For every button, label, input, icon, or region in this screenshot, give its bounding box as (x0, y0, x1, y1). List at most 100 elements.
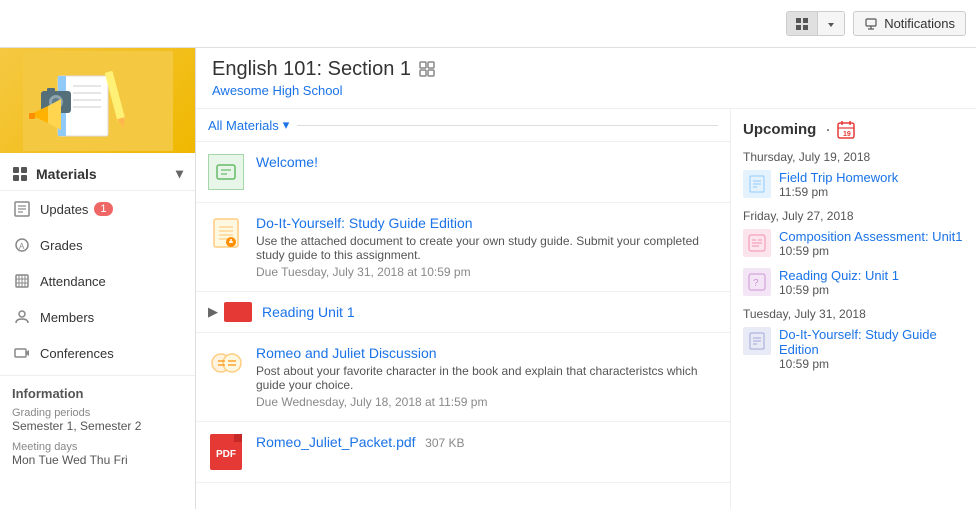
content-header: English 101: Section 1 Awesome High Scho… (196, 48, 976, 109)
meeting-days-item: Meeting days Mon Tue Wed Thu Fri (12, 441, 183, 467)
sidebar-nav: Materials ▾ Updates 1 (0, 153, 195, 375)
meeting-days-label: Meeting days (12, 441, 183, 453)
upcoming-item-field-trip[interactable]: Field Trip Homework 11:59 pm (743, 170, 964, 199)
announcement-icon (208, 154, 244, 190)
composition-time: 10:59 pm (779, 244, 964, 258)
study-guide-upcoming-title[interactable]: Do-It-Yourself: Study Guide Edition (779, 327, 964, 357)
study-guide-title[interactable]: Do-It-Yourself: Study Guide Edition (256, 215, 718, 231)
all-materials-label: All Materials (208, 118, 279, 133)
romeo-discussion-title[interactable]: Romeo and Juliet Discussion (256, 345, 718, 361)
sidebar-item-materials[interactable]: Materials ▾ (0, 157, 195, 191)
material-item-reading-unit[interactable]: ▶ Reading Unit 1 (196, 292, 730, 333)
study-guide-upcoming-time: 10:59 pm (779, 357, 964, 371)
material-item-study-guide[interactable]: Do-It-Yourself: Study Guide Edition Use … (196, 203, 730, 292)
upcoming-title: Upcoming (743, 121, 816, 138)
romeo-packet-title[interactable]: Romeo_Juliet_Packet.pdf (256, 434, 416, 450)
pdf-icon-box: PDF (208, 434, 244, 470)
course-title: English 101: Section 1 (212, 58, 411, 81)
discussion-svg (210, 347, 242, 379)
course-grid-icon[interactable] (419, 61, 435, 79)
study-guide-desc: Use the attached document to create your… (256, 234, 718, 262)
discussion-icon (208, 345, 244, 381)
romeo-discussion-content: Romeo and Juliet Discussion Post about y… (256, 345, 718, 409)
material-item-romeo-discussion[interactable]: Romeo and Juliet Discussion Post about y… (196, 333, 730, 422)
meeting-days-value: Mon Tue Wed Thu Fri (12, 453, 183, 467)
romeo-discussion-desc: Post about your favorite character in th… (256, 364, 718, 392)
study-guide-upcoming-content: Do-It-Yourself: Study Guide Edition 10:5… (779, 327, 964, 371)
romeo-packet-size: 307 KB (425, 436, 464, 450)
svg-text:A: A (19, 242, 25, 251)
members-icon (12, 307, 32, 327)
school-name-link[interactable]: Awesome High School (212, 83, 960, 98)
assignment-svg (210, 217, 242, 249)
sidebar-hero (0, 48, 195, 153)
material-item-romeo-packet[interactable]: PDF Romeo_Juliet_Packet.pdf 307 KB (196, 422, 730, 483)
content-area: English 101: Section 1 Awesome High Scho… (196, 48, 976, 509)
hero-illustration (23, 51, 173, 151)
sidebar-item-grades[interactable]: A Grades (0, 227, 195, 263)
all-materials-chevron: ▾ (283, 117, 290, 133)
svg-text:19: 19 (843, 131, 851, 138)
view-toggle[interactable] (786, 11, 845, 37)
composition-title[interactable]: Composition Assessment: Unit1 (779, 229, 964, 244)
material-item-welcome[interactable]: Welcome! (196, 142, 730, 203)
field-trip-title[interactable]: Field Trip Homework (779, 170, 964, 185)
sidebar-item-conferences[interactable]: Conferences (0, 335, 195, 371)
folder-chevron-icon: ▶ (208, 304, 218, 320)
all-materials-button[interactable]: All Materials ▾ (208, 117, 289, 133)
grades-label: Grades (40, 238, 83, 253)
course-title-row: English 101: Section 1 (212, 58, 960, 81)
attendance-icon (12, 271, 32, 291)
notifications-label: Notifications (884, 16, 955, 31)
updates-icon (12, 199, 32, 219)
assessment-icon (743, 229, 771, 257)
updates-label: Updates (40, 202, 88, 217)
field-trip-time: 11:59 pm (779, 185, 964, 199)
upcoming-date-2: Friday, July 27, 2018 (743, 209, 964, 223)
folder-icon (224, 302, 252, 322)
welcome-content: Welcome! (256, 154, 718, 170)
upcoming-panel: Upcoming · 19 T (731, 109, 976, 509)
reading-quiz-time: 10:59 pm (779, 283, 964, 297)
attendance-label: Attendance (40, 274, 106, 289)
conferences-icon (12, 343, 32, 363)
conferences-label: Conferences (40, 346, 114, 361)
reading-unit-title[interactable]: Reading Unit 1 (262, 304, 355, 320)
information-section: Information Grading periods Semester 1, … (0, 375, 195, 485)
upcoming-date-3: Tuesday, July 31, 2018 (743, 307, 964, 321)
announcement-svg (215, 161, 237, 183)
bell-icon (864, 17, 878, 31)
reading-quiz-title[interactable]: Reading Quiz: Unit 1 (779, 268, 964, 283)
upcoming-item-composition[interactable]: Composition Assessment: Unit1 10:59 pm (743, 229, 964, 258)
welcome-title[interactable]: Welcome! (256, 154, 718, 170)
composition-content: Composition Assessment: Unit1 10:59 pm (779, 229, 964, 258)
sidebar: Materials ▾ Updates 1 (0, 48, 196, 509)
main-area: Materials ▾ Updates 1 (0, 48, 976, 509)
grid-view-button[interactable] (787, 12, 818, 36)
romeo-packet-content: Romeo_Juliet_Packet.pdf 307 KB (256, 434, 718, 450)
homework-icon (743, 170, 771, 198)
hero-image (0, 48, 195, 153)
study-guide-content: Do-It-Yourself: Study Guide Edition Use … (256, 215, 718, 279)
upcoming-header: Upcoming · 19 (743, 119, 964, 140)
materials-toolbar: All Materials ▾ (196, 109, 730, 142)
upcoming-item-reading-quiz[interactable]: ? Reading Quiz: Unit 1 10:59 pm (743, 268, 964, 297)
pdf-icon: PDF (210, 434, 242, 470)
upcoming-date-1: Thursday, July 19, 2018 (743, 150, 964, 164)
grades-icon: A (12, 235, 32, 255)
upcoming-item-study-guide-upcoming[interactable]: Do-It-Yourself: Study Guide Edition 10:5… (743, 327, 964, 371)
materials-label: Materials (36, 166, 97, 182)
guide-icon (743, 327, 771, 355)
svg-text:?: ? (753, 278, 759, 289)
sidebar-item-updates[interactable]: Updates 1 (0, 191, 195, 227)
dropdown-view-button[interactable] (818, 12, 844, 35)
notifications-button[interactable]: Notifications (853, 11, 966, 36)
grid-icon (12, 165, 28, 182)
reading-quiz-content: Reading Quiz: Unit 1 10:59 pm (779, 268, 964, 297)
grading-periods-label: Grading periods (12, 407, 183, 419)
calendar-icon: 19 (836, 119, 856, 140)
chevron-down-icon: ▾ (176, 165, 183, 182)
updates-badge: 1 (94, 202, 112, 216)
sidebar-item-attendance[interactable]: Attendance (0, 263, 195, 299)
sidebar-item-members[interactable]: Members (0, 299, 195, 335)
